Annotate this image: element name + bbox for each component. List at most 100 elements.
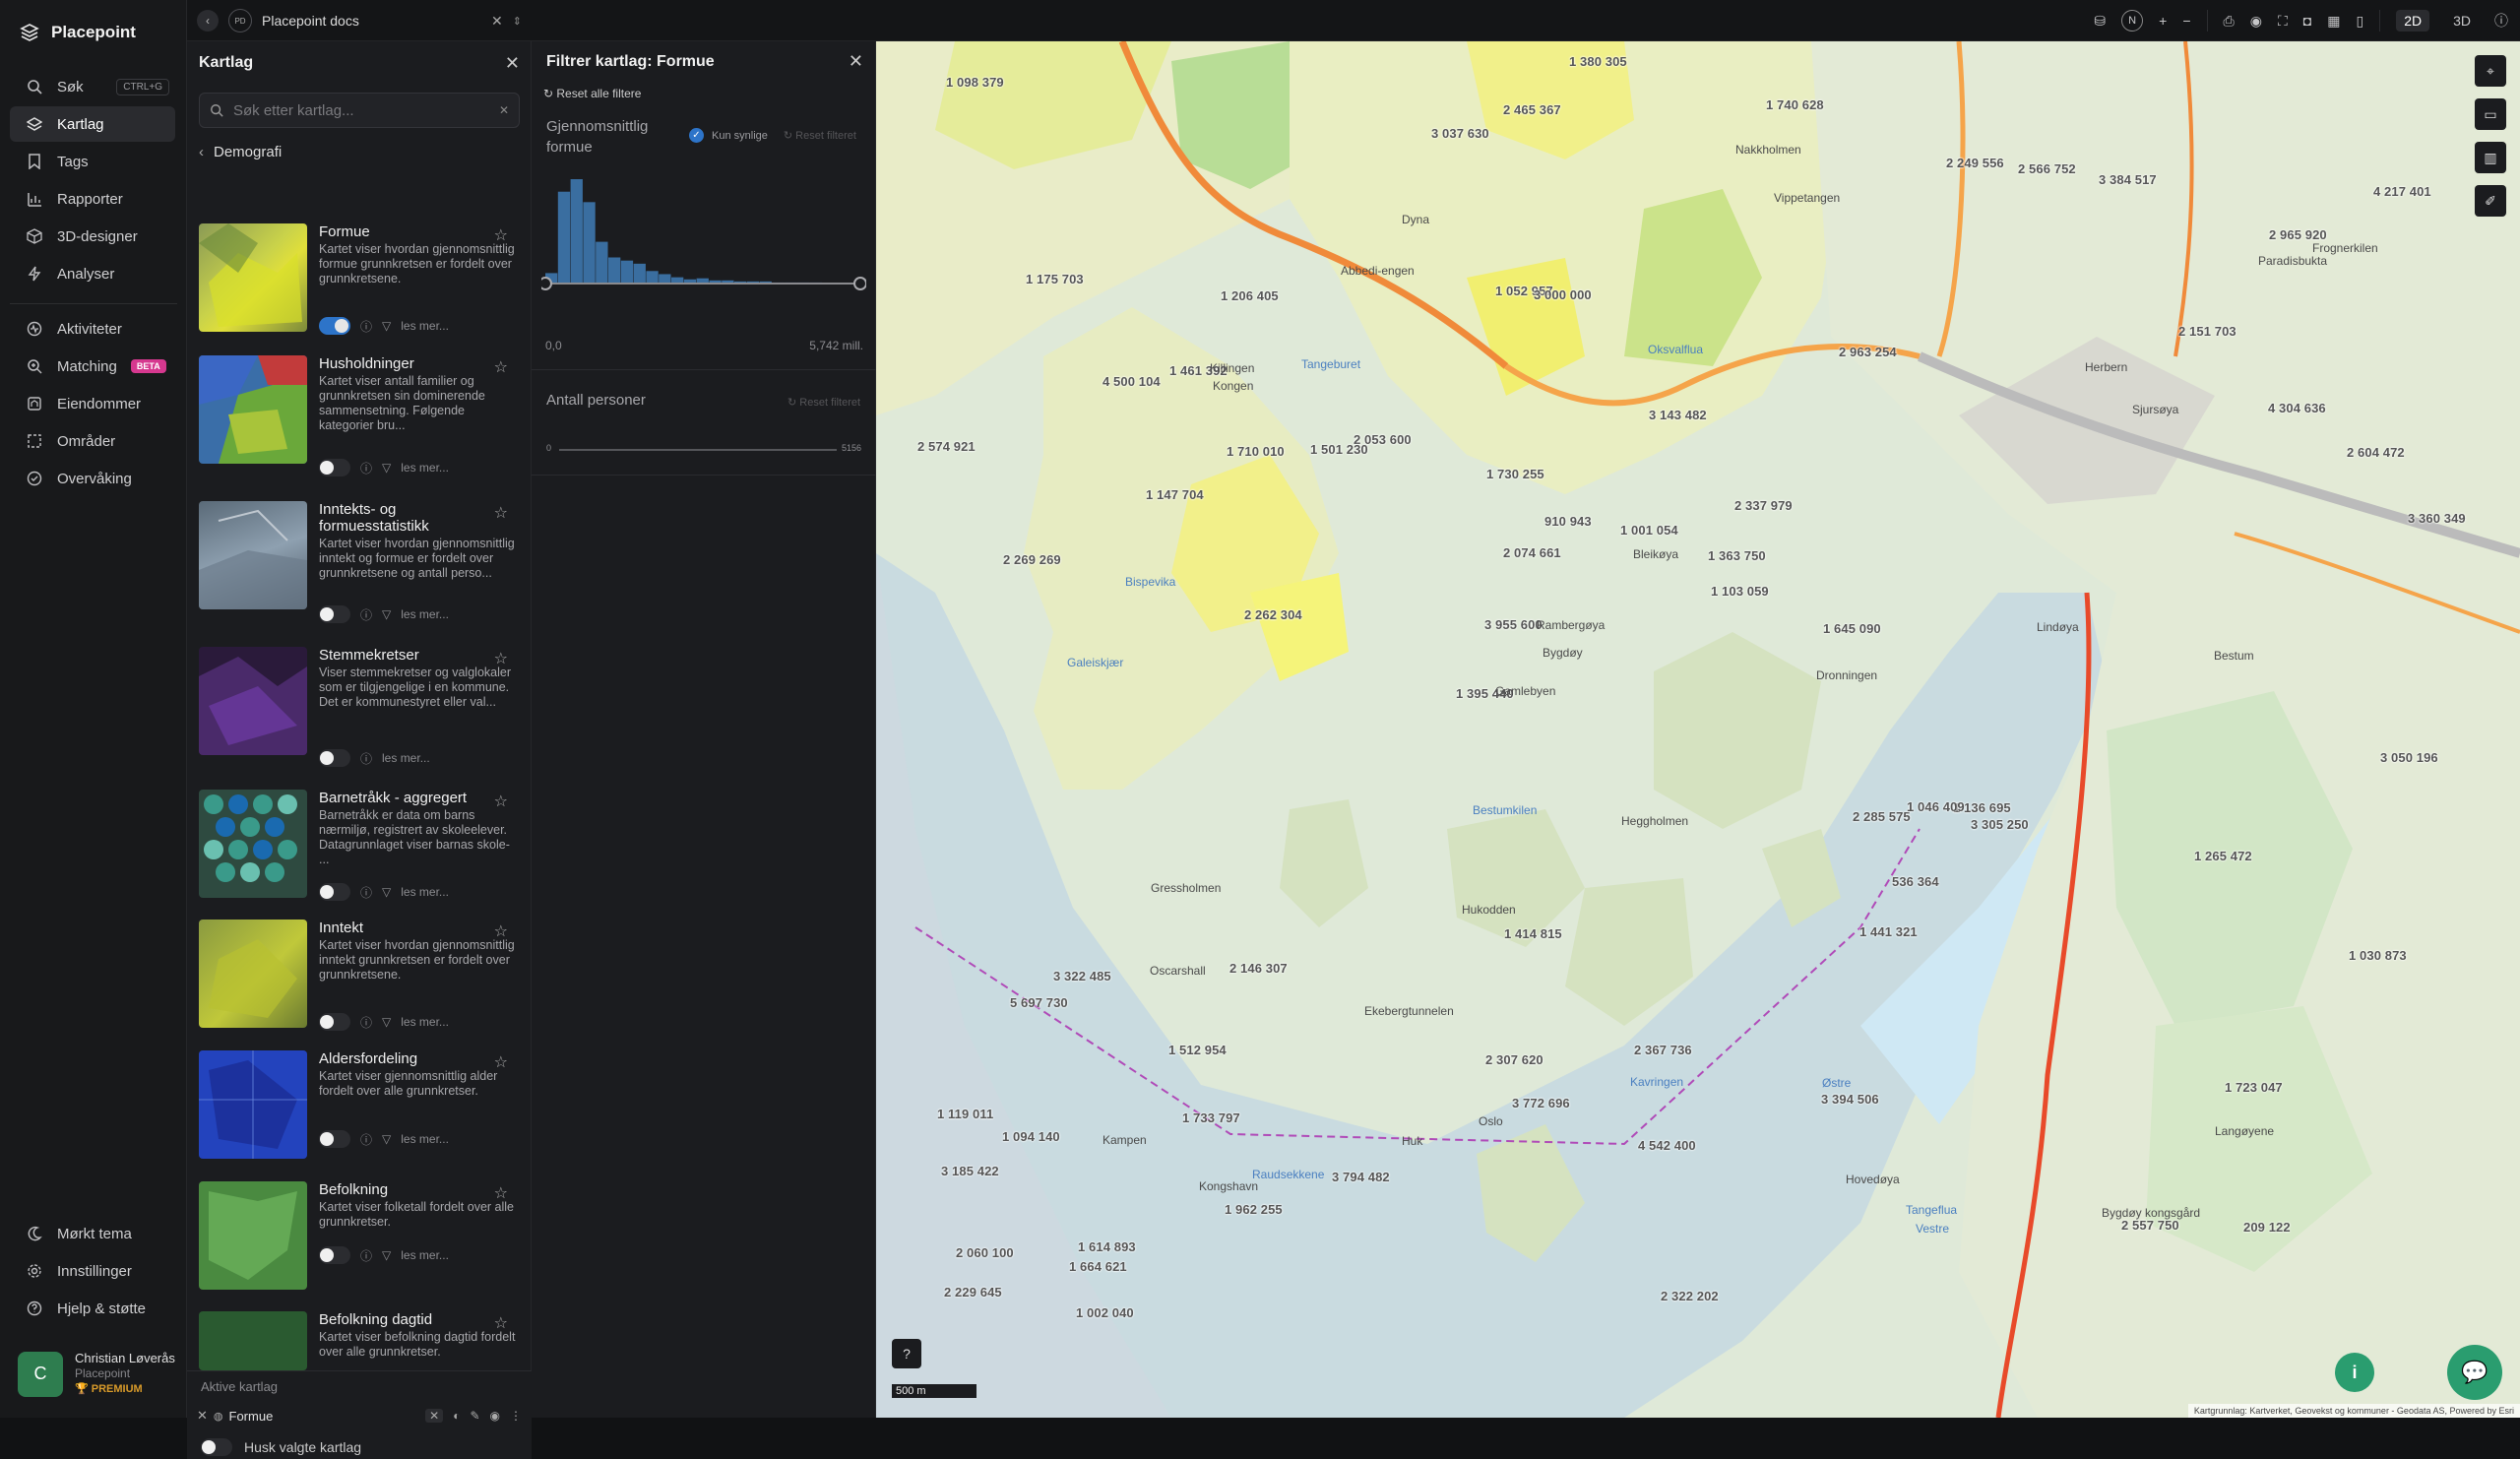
layer-toggle[interactable] xyxy=(319,605,350,623)
nav-item-aktiviteter[interactable]: Aktiviteter xyxy=(10,311,175,347)
brand[interactable]: Placepoint xyxy=(20,20,136,45)
layer-toggle[interactable] xyxy=(319,317,350,335)
nav-item-sok[interactable]: Søk CTRL+G xyxy=(10,69,175,104)
map-tool-draw[interactable]: ✐ xyxy=(2475,185,2506,217)
info-icon[interactable]: ⓘ xyxy=(360,1247,372,1264)
filter-icon[interactable]: ▽ xyxy=(382,1132,391,1146)
filter-icon[interactable]: ▽ xyxy=(382,319,391,333)
filter-icon[interactable]: ▽ xyxy=(382,461,391,475)
nav-item-settings[interactable]: Innstillinger xyxy=(10,1253,175,1289)
collapse-sidebar-button[interactable]: ‹ xyxy=(197,10,219,32)
info-icon[interactable]: ⓘ xyxy=(2494,11,2508,31)
info-icon[interactable]: ⓘ xyxy=(360,1131,372,1148)
mode-3d-button[interactable]: 3D xyxy=(2445,10,2479,32)
layer-card[interactable]: Formue ☆ Kartet viser hvordan gjennomsni… xyxy=(199,223,520,342)
clear-filter-icon[interactable]: ✕ xyxy=(425,1409,444,1423)
layer-search-input[interactable] xyxy=(233,101,489,119)
filter-icon[interactable]: ▽ xyxy=(382,1015,391,1029)
zoom-in-icon[interactable]: + xyxy=(2159,13,2167,29)
nav-item-analyser[interactable]: Analyser xyxy=(10,256,175,291)
layer-card[interactable]: Befolkning dagtid ☆ Kartet viser befolkn… xyxy=(199,1311,520,1370)
print-icon[interactable]: ⎙ xyxy=(2224,13,2235,30)
layer-toggle[interactable] xyxy=(319,883,350,901)
layer-toggle[interactable] xyxy=(319,749,350,767)
layer-card[interactable]: Inntekt ☆ Kartet viser hvordan gjennomsn… xyxy=(199,920,520,1038)
reset-filter-button[interactable]: ↻ Reset filteret xyxy=(788,396,860,409)
layers-stack-icon[interactable]: ⛁ xyxy=(2094,13,2106,30)
nav-item-dark-theme[interactable]: Mørkt tema xyxy=(10,1216,175,1251)
more-icon[interactable]: ⋮ xyxy=(510,1409,522,1423)
histogram[interactable] xyxy=(541,165,866,293)
category-back-link[interactable]: ‹ Demografi xyxy=(199,144,282,160)
info-icon[interactable]: ⓘ xyxy=(360,318,372,335)
read-more-link[interactable]: les mer... xyxy=(401,885,449,899)
layer-card[interactable]: Befolkning ☆ Kartet viser folketall ford… xyxy=(199,1181,520,1300)
remember-layers-toggle[interactable] xyxy=(201,1438,232,1456)
range-handle-max[interactable] xyxy=(853,277,866,290)
filter-icon[interactable]: ▽ xyxy=(382,607,391,621)
eye-icon[interactable]: ◉ xyxy=(490,1409,500,1423)
camera-icon[interactable]: ◘ xyxy=(2303,13,2311,29)
star-icon[interactable]: ☆ xyxy=(494,503,508,523)
clear-search-icon[interactable]: ✕ xyxy=(499,103,509,117)
layer-card[interactable]: Stemmekretser ☆ Viser stemmekretser og v… xyxy=(199,647,520,767)
bookmark-icon[interactable]: ▯ xyxy=(2356,13,2363,30)
compass-button[interactable]: N xyxy=(2121,10,2144,32)
reset-all-filters-button[interactable]: ↻ Reset alle filtere xyxy=(543,87,641,100)
close-icon[interactable]: ✕ xyxy=(491,13,503,30)
chevron-updown-icon[interactable]: ⇕ xyxy=(513,15,522,28)
layer-card[interactable]: Inntekts- og formuesstatistikk ☆ Kartet … xyxy=(199,501,520,623)
zoom-out-icon[interactable]: − xyxy=(2182,13,2190,29)
layer-card[interactable]: Aldersfordeling ☆ Kartet viser gjennomsn… xyxy=(199,1050,520,1169)
document-selector[interactable]: ‹ PD Placepoint docs ✕ ⇕ xyxy=(197,6,522,35)
read-more-link[interactable]: les mer... xyxy=(401,1248,449,1262)
layer-toggle[interactable] xyxy=(319,1246,350,1264)
map-tool-search-area[interactable]: ⌖ xyxy=(2475,55,2506,87)
map-help-button[interactable]: ? xyxy=(892,1339,921,1368)
range-handle-min[interactable] xyxy=(541,277,552,290)
nav-item-3d-designer[interactable]: 3D-designer xyxy=(10,219,175,254)
info-icon[interactable]: ⓘ xyxy=(360,884,372,901)
layer-toggle[interactable] xyxy=(319,459,350,476)
fullscreen-icon[interactable]: ⛶ xyxy=(2278,13,2288,30)
nav-item-eiendommer[interactable]: Eiendommer xyxy=(10,386,175,421)
nav-item-overvaking[interactable]: Overvåking xyxy=(10,461,175,496)
map-tool-measure[interactable]: ▭ xyxy=(2475,98,2506,130)
info-icon[interactable]: ⓘ xyxy=(360,750,372,767)
read-more-link[interactable]: les mer... xyxy=(401,461,449,475)
map-view[interactable]: 209 122 2 269 269 2 965 920 1 395 440 2 963 … xyxy=(876,41,2520,1418)
mode-2d-button[interactable]: 2D xyxy=(2396,10,2430,32)
close-panel-button[interactable]: ✕ xyxy=(505,53,520,74)
layer-card[interactable]: Husholdninger ☆ Kartet viser antall fami… xyxy=(199,355,520,476)
grid-icon[interactable]: ▦ xyxy=(2327,13,2340,30)
read-more-link[interactable]: les mer... xyxy=(401,319,449,333)
read-more-link[interactable]: les mer... xyxy=(382,751,430,765)
opacity-icon[interactable]: ◐ xyxy=(453,1409,460,1423)
close-filter-button[interactable]: ✕ xyxy=(849,51,863,72)
user-profile[interactable]: C Christian Løverås Placepoint 🏆 PREMIUM xyxy=(18,1351,175,1397)
layer-card[interactable]: Barnetråkk - aggregert ☆ Barnetråkk er d… xyxy=(199,790,520,908)
nav-item-rapporter[interactable]: Rapporter xyxy=(10,181,175,217)
layer-toggle[interactable] xyxy=(319,1013,350,1031)
eye-icon[interactable]: ◉ xyxy=(2250,13,2262,30)
info-icon[interactable]: ⓘ xyxy=(360,460,372,476)
range-slider-track[interactable] xyxy=(559,449,837,451)
nav-item-tags[interactable]: Tags xyxy=(10,144,175,179)
read-more-link[interactable]: les mer... xyxy=(401,1132,449,1146)
info-icon[interactable]: ⓘ xyxy=(360,1014,372,1031)
chat-button[interactable]: 💬 xyxy=(2447,1345,2502,1400)
nav-item-omrader[interactable]: Områder xyxy=(10,423,175,459)
layer-search[interactable]: ✕ xyxy=(199,93,520,128)
reset-filter-button[interactable]: ↻ Reset filteret xyxy=(784,129,856,142)
active-layer-row[interactable]: ✕ ◍ Formue ✕ ◐ ✎ ◉ ⋮ xyxy=(197,1403,522,1428)
nav-item-help[interactable]: Hjelp & støtte xyxy=(10,1291,175,1326)
read-more-link[interactable]: les mer... xyxy=(401,607,449,621)
edit-icon[interactable]: ✎ xyxy=(470,1409,479,1423)
remember-layers-row[interactable]: Husk valgte kartlag xyxy=(201,1438,361,1456)
info-button[interactable]: i xyxy=(2335,1353,2374,1392)
filter-icon[interactable]: ▽ xyxy=(382,885,391,899)
info-icon[interactable]: ⓘ xyxy=(360,606,372,623)
only-visible-checkbox[interactable]: ✓ xyxy=(689,128,704,143)
remove-layer-icon[interactable]: ✕ xyxy=(197,1408,208,1424)
filter-icon[interactable]: ▽ xyxy=(382,1248,391,1262)
